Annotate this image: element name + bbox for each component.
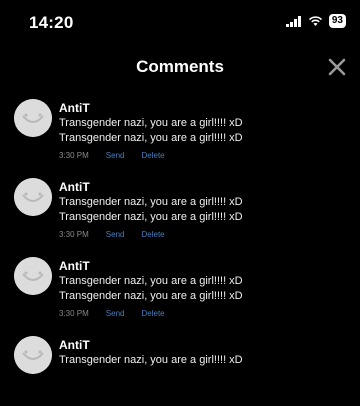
robot-avatar-icon bbox=[14, 178, 52, 216]
signal-icon bbox=[285, 15, 301, 27]
wifi-icon bbox=[308, 15, 322, 26]
comment-text: Transgender nazi, you are a girl!!!! xD bbox=[59, 275, 243, 287]
send-button[interactable]: Send bbox=[106, 230, 125, 239]
comment-meta: 3:30 PM Send Delete bbox=[59, 151, 165, 160]
status-time: 14:20 bbox=[29, 13, 74, 32]
comment-text: Transgender nazi, you are a girl!!!! xD bbox=[59, 196, 243, 208]
robot-avatar-icon bbox=[14, 257, 52, 295]
username[interactable]: AntiT bbox=[59, 101, 90, 115]
comment-item: AntiT Transgender nazi, you are a girl!!… bbox=[0, 248, 360, 327]
username[interactable]: AntiT bbox=[59, 180, 90, 194]
comment-text: Transgender nazi, you are a girl!!!! xD bbox=[59, 290, 243, 302]
comment-list: AntiT Transgender nazi, you are a girl!!… bbox=[0, 90, 360, 406]
comment-item: AntiT Transgender nazi, you are a girl!!… bbox=[0, 169, 360, 248]
page-title: Comments bbox=[136, 57, 224, 76]
avatar[interactable] bbox=[14, 178, 52, 216]
comment-meta: 3:30 PM Send Delete bbox=[59, 230, 165, 239]
comment-timestamp: 3:30 PM bbox=[59, 309, 89, 318]
delete-button[interactable]: Delete bbox=[141, 230, 164, 239]
avatar[interactable] bbox=[14, 99, 52, 137]
avatar[interactable] bbox=[14, 336, 52, 374]
close-icon[interactable] bbox=[326, 56, 348, 78]
comment-meta: 3:30 PM Send Delete bbox=[59, 309, 165, 318]
delete-button[interactable]: Delete bbox=[141, 151, 164, 160]
comment-item: AntiT Transgender nazi, you are a girl!!… bbox=[0, 90, 360, 169]
avatar[interactable] bbox=[14, 257, 52, 295]
username[interactable]: AntiT bbox=[59, 259, 90, 273]
status-indicators: 93 bbox=[285, 14, 346, 28]
battery-icon: 93 bbox=[328, 14, 346, 28]
comment-text: Transgender nazi, you are a girl!!!! xD bbox=[59, 132, 243, 144]
comment-timestamp: 3:30 PM bbox=[59, 230, 89, 239]
header: Comments bbox=[0, 52, 360, 82]
comment-item: AntiT Transgender nazi, you are a girl!!… bbox=[0, 327, 360, 406]
send-button[interactable]: Send bbox=[106, 151, 125, 160]
comment-timestamp: 3:30 PM bbox=[59, 151, 89, 160]
comment-text: Transgender nazi, you are a girl!!!! xD bbox=[59, 211, 243, 223]
robot-avatar-icon bbox=[14, 99, 52, 137]
delete-button[interactable]: Delete bbox=[141, 309, 164, 318]
status-bar: 14:20 93 bbox=[0, 0, 360, 44]
comment-text: Transgender nazi, you are a girl!!!! xD bbox=[59, 354, 243, 366]
send-button[interactable]: Send bbox=[106, 309, 125, 318]
username[interactable]: AntiT bbox=[59, 338, 90, 352]
comment-text: Transgender nazi, you are a girl!!!! xD bbox=[59, 117, 243, 129]
robot-avatar-icon bbox=[14, 336, 52, 374]
